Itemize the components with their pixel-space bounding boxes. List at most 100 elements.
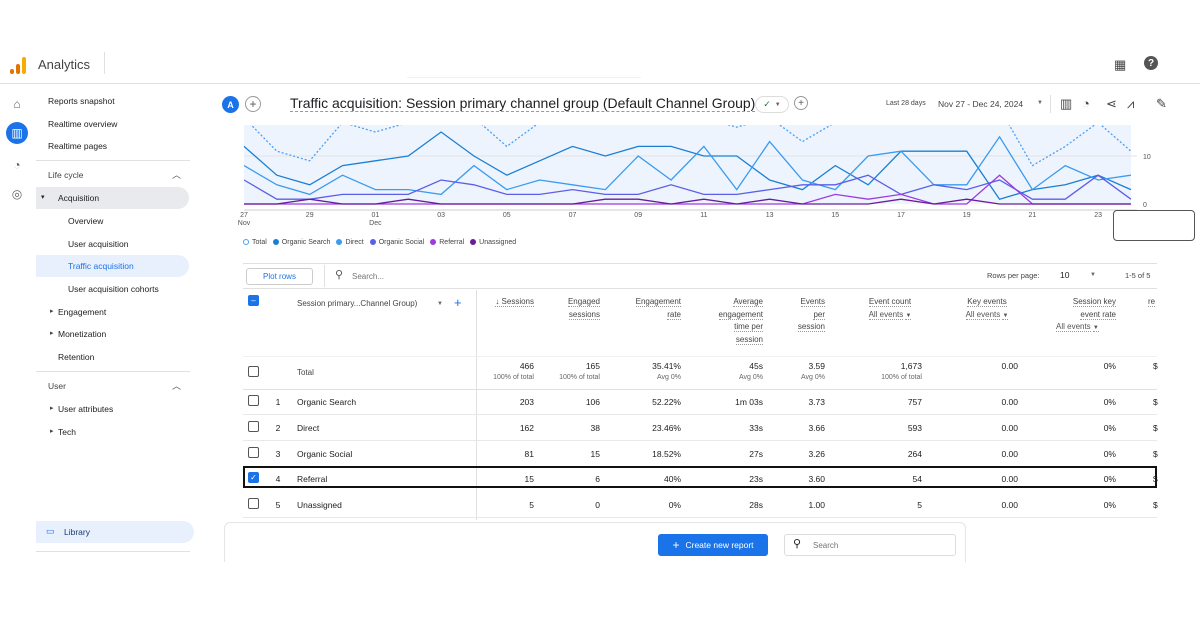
- table-cell: $: [1153, 448, 1158, 459]
- table-cell: 0.00: [1001, 361, 1018, 371]
- divider: [36, 551, 190, 552]
- add-dimension-button[interactable]: +: [454, 295, 462, 310]
- status-dropdown[interactable]: ✓ ▼: [755, 96, 789, 113]
- table-cell: 0.00: [1001, 448, 1018, 459]
- sidebar-item-realtime-overview[interactable]: Realtime overview: [48, 119, 117, 129]
- sidebar-item-user-acquisition[interactable]: User acquisition: [68, 239, 128, 249]
- insights-icon[interactable]: ◔: [1082, 96, 1090, 111]
- row-channel-name[interactable]: Unassigned: [297, 500, 342, 510]
- sidebar-item-acquisition[interactable]: Acquisition: [58, 193, 99, 203]
- column-header[interactable]: re: [1148, 296, 1160, 309]
- explore-icon[interactable]: ◔: [8, 156, 26, 174]
- divider: [1050, 95, 1051, 113]
- row-channel-name[interactable]: Referral: [297, 474, 327, 484]
- date-range-picker[interactable]: Nov 27 - Dec 24, 2024: [938, 99, 1023, 109]
- row-number: 1: [275, 397, 281, 407]
- table-cell-subtext: Avg 0%: [657, 374, 681, 381]
- caret-down-icon[interactable]: ▼: [1090, 272, 1096, 278]
- total-checkbox[interactable]: [248, 366, 259, 377]
- table-search-input[interactable]: [352, 269, 552, 283]
- select-all-checkbox[interactable]: –: [248, 295, 259, 306]
- help-icon[interactable]: ?: [1144, 56, 1158, 70]
- section-user[interactable]: User: [48, 381, 66, 391]
- x-tick-label: 09: [634, 212, 642, 219]
- section-life-cycle[interactable]: Life cycle: [48, 170, 83, 180]
- home-icon[interactable]: ⌂: [8, 95, 26, 113]
- sidebar-item-engagement[interactable]: Engagement: [50, 307, 106, 317]
- divider: [243, 263, 1157, 264]
- column-header[interactable]: Event count All events ▼: [850, 296, 930, 322]
- apps-grid-icon[interactable]: ▦: [1114, 57, 1126, 73]
- comparison-avatar[interactable]: A: [222, 96, 239, 113]
- legend-item[interactable]: Referral: [430, 239, 464, 246]
- share-icon[interactable]: ⋖: [1106, 96, 1117, 112]
- legend-item[interactable]: Unassigned: [470, 239, 516, 246]
- table-cell: 6: [595, 474, 600, 485]
- table-cell: 5: [917, 500, 922, 511]
- sidebar-item-user-acquisition-cohorts[interactable]: User acquisition cohorts: [68, 284, 159, 294]
- legend-item[interactable]: Total: [243, 239, 267, 246]
- caret-down-icon[interactable]: ▾: [41, 193, 45, 201]
- row-checkbox[interactable]: [248, 446, 259, 458]
- column-header[interactable]: Events per session: [770, 296, 825, 334]
- sidebar-item-reports-snapshot[interactable]: Reports snapshot: [48, 96, 115, 106]
- x-tick-label: 19: [963, 212, 971, 219]
- edit-pencil-icon[interactable]: ✎: [1156, 96, 1167, 112]
- table-cell: 15: [590, 448, 600, 459]
- sidebar-item-realtime-pages[interactable]: Realtime pages: [48, 141, 107, 151]
- legend-item[interactable]: Organic Social: [369, 239, 424, 246]
- caret-down-icon: ▼: [1002, 312, 1009, 320]
- row-checkbox[interactable]: ✓: [248, 472, 259, 484]
- row-channel-name[interactable]: Organic Search: [297, 397, 356, 407]
- advertising-icon[interactable]: ◎: [8, 185, 26, 203]
- row-checkbox[interactable]: [248, 498, 259, 510]
- column-header[interactable]: Average engagement time per session: [688, 296, 763, 346]
- compare-icon[interactable]: ▥: [1060, 96, 1072, 112]
- caret-down-icon[interactable]: ▼: [437, 301, 443, 307]
- row-checkbox[interactable]: [248, 420, 259, 432]
- table-cell: 0%: [1103, 422, 1116, 433]
- event-filter-dropdown[interactable]: All events ▼: [850, 309, 930, 323]
- event-filter-dropdown[interactable]: All events ▼: [1056, 321, 1116, 335]
- x-tick-label: 17: [897, 212, 905, 219]
- table-cell: 3.66: [808, 422, 825, 433]
- table-cell: 0: [595, 500, 600, 511]
- column-header-text: Session key: [1072, 297, 1116, 307]
- sidebar-item-user-attributes[interactable]: User attributes: [50, 404, 113, 414]
- column-header[interactable]: Key events All events ▼: [947, 296, 1027, 322]
- table-cell: 0.00: [1001, 500, 1018, 511]
- divider: [36, 371, 190, 372]
- dimension-header[interactable]: Session primary...Channel Group): [297, 299, 417, 308]
- legend-item[interactable]: Direct: [336, 239, 364, 246]
- row-channel-name[interactable]: Organic Social: [297, 449, 352, 459]
- chevron-up-icon[interactable]: ︿: [172, 379, 181, 392]
- caret-down-icon[interactable]: ▼: [1037, 100, 1043, 106]
- legend-item[interactable]: Organic Search: [272, 239, 330, 246]
- chevron-up-icon[interactable]: ︿: [172, 168, 181, 181]
- sidebar-item-monetization[interactable]: Monetization: [50, 329, 106, 339]
- sidebar-item-library[interactable]: Library: [64, 527, 90, 537]
- sidebar-item-retention[interactable]: Retention: [58, 352, 94, 362]
- sidebar-item-traffic-acquisition[interactable]: Traffic acquisition: [68, 261, 134, 271]
- column-header[interactable]: Engaged sessions: [540, 296, 600, 321]
- trend-icon[interactable]: ⩘: [1127, 96, 1134, 112]
- row-checkbox[interactable]: [248, 395, 259, 406]
- column-header[interactable]: Session key event rate All events ▼: [1026, 296, 1116, 335]
- column-header[interactable]: ↓ Sessions: [474, 296, 534, 309]
- footer-search-input[interactable]: [813, 539, 943, 552]
- row-number: 3: [275, 448, 281, 459]
- add-comparison-button[interactable]: +: [245, 96, 261, 112]
- add-button[interactable]: +: [794, 96, 808, 110]
- global-search[interactable]: [407, 50, 641, 78]
- event-filter-dropdown[interactable]: All events ▼: [947, 309, 1027, 323]
- rows-per-page-select[interactable]: 10: [1060, 270, 1069, 280]
- create-new-report-button[interactable]: + Create new report: [658, 534, 768, 556]
- column-header[interactable]: Engagement rate: [611, 296, 681, 321]
- plot-rows-button[interactable]: Plot rows: [246, 268, 313, 285]
- sidebar-item-tech[interactable]: Tech: [50, 427, 76, 437]
- row-channel-name[interactable]: Direct: [297, 423, 319, 433]
- table-cell: 0%: [1103, 448, 1116, 459]
- x-tick-month: Dec: [369, 220, 382, 227]
- reports-icon[interactable]: ▥: [6, 122, 28, 144]
- sidebar-item-overview[interactable]: Overview: [68, 216, 103, 226]
